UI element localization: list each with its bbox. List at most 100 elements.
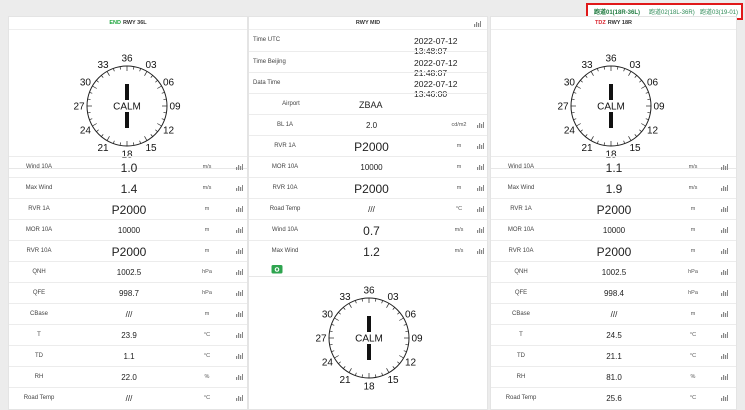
tab-runway-01[interactable]: 跑道01(18R-36L): [594, 7, 640, 16]
row-value: 10000: [602, 226, 626, 235]
table-row: RVR 10A P2000 m: [9, 240, 247, 261]
row-value: 1.2: [363, 245, 380, 259]
chart-icon[interactable]: [721, 394, 728, 401]
row-value: 1.1: [605, 161, 623, 175]
compass-heading-label: 24: [80, 126, 92, 137]
table-row: MOR 10A 10000 m: [491, 219, 736, 240]
chart-icon[interactable]: [236, 163, 243, 170]
chart-icon[interactable]: [236, 247, 243, 254]
compass-heading-label: 12: [405, 358, 417, 369]
chart-icon[interactable]: [236, 268, 243, 275]
tab-runway-02[interactable]: 跑道02(18L-36R): [649, 7, 695, 16]
row-unit: hPa: [202, 269, 212, 275]
calm-label: CALM: [113, 102, 141, 113]
row-unit: m: [204, 206, 210, 212]
row-unit: %: [204, 374, 210, 380]
chart-icon[interactable]: [236, 331, 243, 338]
row-unit: hPa: [202, 290, 212, 296]
calm-label: CALM: [597, 102, 625, 113]
row-value: 1.4: [120, 182, 138, 196]
row-label: T: [37, 332, 41, 338]
table-row: RH 22.0%: [9, 366, 247, 387]
compass-heading-label: 33: [581, 60, 593, 71]
row-label: MOR 10A: [25, 227, 53, 233]
chart-icon[interactable]: [477, 142, 484, 149]
chart-icon[interactable]: [477, 226, 484, 233]
runway-title: RWY 18R: [607, 20, 632, 26]
compass-heading-label: 27: [557, 102, 569, 113]
row-unit: hPa: [688, 269, 698, 275]
compass-heading-label: 24: [564, 126, 576, 137]
row-value: 1.0: [120, 161, 138, 175]
compass-heading-label: 30: [564, 78, 576, 89]
chart-icon[interactable]: [721, 205, 728, 212]
table-row: TD 21.1 °C: [491, 345, 736, 366]
row-unit: hPa: [688, 290, 698, 296]
chart-icon[interactable]: [477, 163, 484, 170]
row-label: Road Temp: [23, 395, 55, 401]
compass-heading-label: 06: [647, 78, 659, 89]
row-value: ///: [125, 394, 133, 403]
chart-icon[interactable]: [721, 373, 728, 380]
row-label: Road Temp: [505, 395, 537, 401]
chart-icon[interactable]: [721, 352, 728, 359]
tab-runway-03[interactable]: 跑道03(19-01): [700, 7, 738, 16]
chart-icon[interactable]: [236, 394, 243, 401]
table-row: RH 81.0%: [491, 366, 736, 387]
row-value: P2000: [596, 203, 632, 217]
row-label: RVR 10A: [26, 248, 52, 254]
row-value: 24.5: [606, 331, 622, 340]
chart-icon[interactable]: [721, 163, 728, 170]
chart-icon[interactable]: [721, 331, 728, 338]
airport-value: ZBAA: [359, 100, 383, 110]
info-label: Time UTC: [253, 37, 281, 43]
chart-icon[interactable]: [721, 310, 728, 317]
chart-icon[interactable]: [236, 352, 243, 359]
row-label: RVR 10A: [272, 185, 298, 191]
chart-icon[interactable]: [236, 289, 243, 296]
chart-icon[interactable]: [236, 226, 243, 233]
table-row: QNH 1002.5 hPa: [491, 261, 736, 282]
chart-icon[interactable]: [236, 310, 243, 317]
chart-icon[interactable]: [236, 373, 243, 380]
row-label: QNH: [32, 269, 46, 275]
chart-icon[interactable]: [721, 226, 728, 233]
runway-end-panel: END RWY 36L 36 03 06 09 12 15 18 21 24 27 30 33 CALM…: [8, 16, 248, 410]
row-label: RVR 1A: [510, 206, 532, 212]
chart-icon[interactable]: [236, 184, 243, 191]
chart-icon[interactable]: [721, 247, 728, 254]
chart-icon[interactable]: [721, 184, 728, 191]
chart-icon[interactable]: [477, 184, 484, 191]
row-value: P2000: [354, 140, 389, 154]
row-label: RH: [34, 374, 44, 380]
chart-icon[interactable]: [236, 205, 243, 212]
row-unit: cd/m2: [451, 122, 467, 128]
table-row: Max Wind 1.4 m/s: [9, 177, 247, 198]
row-unit: m/s: [454, 227, 464, 233]
row-label: TD: [517, 353, 525, 359]
row-value: 0.7: [363, 224, 380, 238]
row-unit: m: [204, 311, 210, 317]
table-row: Road Temp /// °C: [9, 387, 247, 408]
chart-icon[interactable]: [474, 20, 481, 27]
chart-icon[interactable]: [721, 268, 728, 275]
chart-icon[interactable]: [477, 121, 484, 128]
table-row: QFE 998.4 hPa: [491, 282, 736, 303]
row-unit: °C: [689, 332, 697, 338]
compass-heading-label: 36: [121, 54, 133, 65]
wind-compass: 36 03 06 09 12 15 18 21 24 27 30 33 CALM: [249, 276, 487, 409]
row-label: Wind 10A: [25, 164, 52, 170]
compass-heading-label: 09: [411, 334, 423, 345]
table-row: BL 1A 2.0 cd/m2: [249, 114, 487, 135]
table-row: RVR 1A P2000 m: [9, 198, 247, 219]
row-value: 998.4: [603, 289, 625, 298]
chart-icon[interactable]: [477, 205, 484, 212]
compass-heading-label: 33: [97, 60, 109, 71]
row-unit: m: [204, 248, 210, 254]
chart-icon[interactable]: [477, 247, 484, 254]
chart-icon[interactable]: [721, 289, 728, 296]
row-value: 21.1: [606, 352, 622, 361]
compass-heading-label: 21: [339, 375, 351, 386]
row-unit: °C: [203, 395, 211, 401]
table-row: RVR 1A P2000 m: [249, 135, 487, 156]
